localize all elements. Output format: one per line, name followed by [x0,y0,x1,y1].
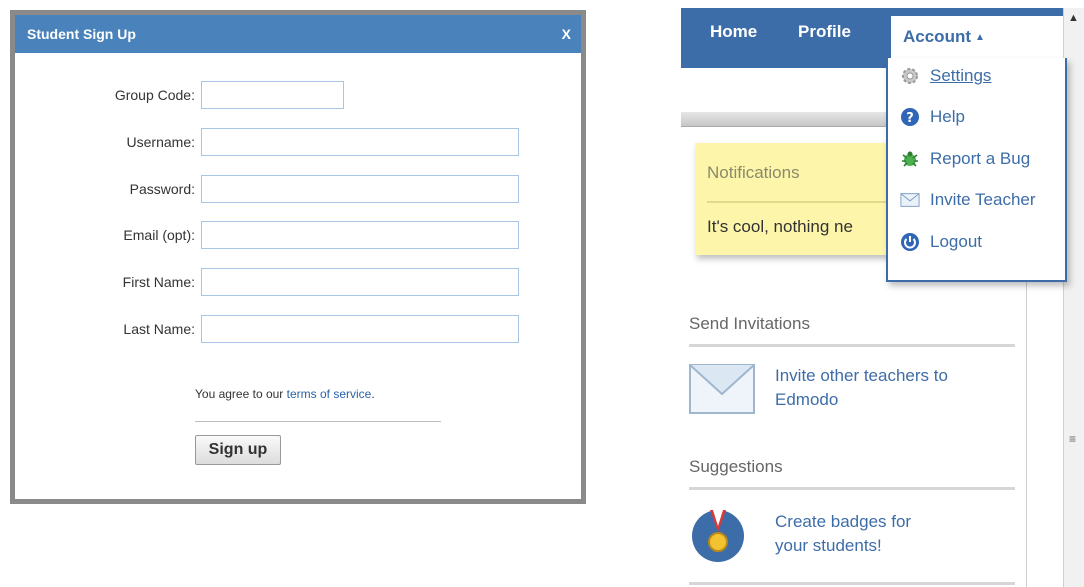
notifications-title: Notifications [707,163,800,182]
username-row: Username: [25,128,519,156]
student-signup-dialog: Student Sign Up X Group Code: Username: … [10,10,586,504]
divider [195,421,441,422]
terms-notice: You agree to our terms of service. [195,387,375,401]
terms-suffix: . [371,387,375,401]
dialog-title-bar: Student Sign Up X [15,15,581,53]
menu-item-label: Invite Teacher [930,190,1036,209]
nav-account[interactable]: Account ▲ [903,27,985,47]
account-dropdown-menu: Settings ? Help Report a Bug Invite Teac… [886,58,1067,282]
scroll-up-arrow-icon[interactable]: ▲ [1068,12,1079,24]
first-name-label: First Name: [122,274,195,290]
password-label: Password: [129,181,195,197]
menu-item-label: Help [930,107,965,126]
power-icon [900,232,920,252]
sign-up-button[interactable]: Sign up [195,435,281,465]
password-row: Password: [25,175,519,203]
first-name-input[interactable] [201,268,519,296]
email-input[interactable] [201,221,519,249]
envelope-icon [900,190,920,210]
svg-text:?: ? [906,111,914,126]
first-name-row: First Name: [25,268,519,296]
create-badges-link[interactable]: Create badges for your students! [775,510,911,558]
nav-profile[interactable]: Profile [798,22,851,42]
bug-icon [900,149,920,169]
group-code-input[interactable] [201,81,344,109]
scroll-grip-icon[interactable]: ≡ [1069,432,1076,446]
envelope-icon [689,364,755,419]
menu-item-help[interactable]: ? Help [900,107,965,127]
menu-item-label: Settings [930,66,992,85]
notifications-panel: Notifications It's cool, nothing ne [695,143,895,255]
terms-of-service-link[interactable]: terms of service [287,387,372,401]
group-code-label: Group Code: [114,87,195,103]
invite-text-line2: Edmodo [775,390,839,409]
last-name-label: Last Name: [123,321,195,337]
nav-home[interactable]: Home [710,22,757,42]
help-icon: ? [900,107,920,127]
menu-item-report-bug[interactable]: Report a Bug [900,149,1030,169]
caret-up-icon: ▲ [975,32,985,44]
menu-item-settings[interactable]: Settings [900,66,991,86]
invite-text-line1: Invite other teachers to [775,366,948,385]
close-icon[interactable]: X [562,26,571,42]
suggestion-text-line2: your students! [775,536,882,555]
divider [689,582,1015,585]
suggestions-title: Suggestions [689,457,783,476]
divider [689,344,1015,347]
divider [707,201,895,203]
gear-icon [900,66,920,86]
email-label: Email (opt): [123,227,195,243]
menu-item-label: Logout [930,232,982,251]
notifications-message: It's cool, nothing ne [707,217,853,236]
invite-teachers-link[interactable]: Invite other teachers to Edmodo [775,364,948,412]
username-label: Username: [126,134,195,150]
menu-item-label: Report a Bug [930,149,1031,168]
divider [689,487,1015,490]
password-input[interactable] [201,175,519,203]
badge-medal-icon [690,502,746,577]
suggestion-text-line1: Create badges for [775,512,912,531]
send-invitations-title: Send Invitations [689,314,810,333]
email-row: Email (opt): [25,221,519,249]
last-name-input[interactable] [201,315,519,343]
terms-prefix: You agree to our [195,387,287,401]
gray-header-strip [681,112,891,127]
group-code-row: Group Code: [25,81,344,109]
account-label-text: Account [903,27,971,46]
username-input[interactable] [201,128,519,156]
last-name-row: Last Name: [25,315,519,343]
menu-item-invite-teacher[interactable]: Invite Teacher [900,190,1036,210]
menu-item-logout[interactable]: Logout [900,232,982,252]
dialog-title: Student Sign Up [27,26,136,42]
